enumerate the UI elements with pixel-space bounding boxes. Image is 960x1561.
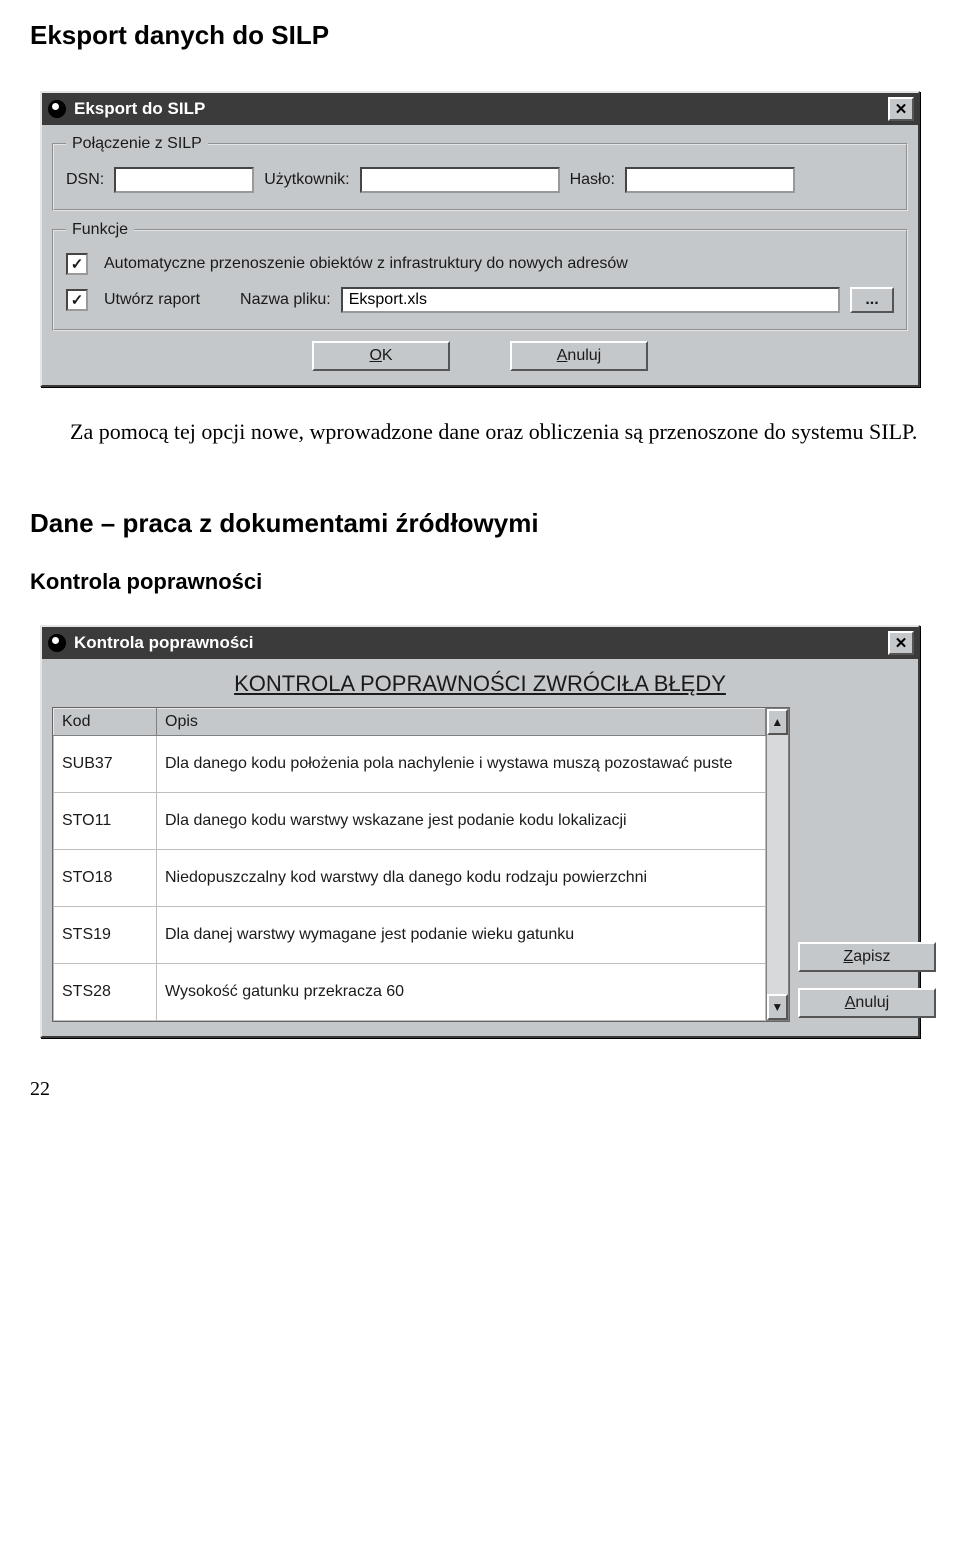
table-row[interactable]: SUB37 Dla danego kodu położenia pola nac… bbox=[54, 735, 766, 792]
table-row[interactable]: STO18 Niedopuszczalny kod warstwy dla da… bbox=[54, 849, 766, 906]
create-report-checkbox[interactable]: ✓ bbox=[66, 289, 88, 311]
scroll-down-icon[interactable]: ▼ bbox=[767, 994, 788, 1020]
export-dialog-titlebar: Eksport do SILP ✕ bbox=[42, 93, 918, 125]
body-paragraph: Za pomocą tej opcji nowe, wprowadzone da… bbox=[30, 417, 930, 448]
kontrola-dialog-title: Kontrola poprawności bbox=[74, 633, 253, 653]
export-dialog-title: Eksport do SILP bbox=[74, 99, 205, 119]
scrollbar[interactable]: ▲ ▼ bbox=[766, 708, 789, 1021]
create-report-label: Utwórz raport bbox=[104, 291, 200, 309]
connection-legend: Połączenie z SILP bbox=[66, 135, 208, 153]
cancel-button[interactable]: Anuluj bbox=[798, 988, 936, 1018]
scroll-up-icon[interactable]: ▲ bbox=[767, 709, 788, 735]
connection-group: Połączenie z SILP DSN: Użytkownik: Hasło… bbox=[52, 135, 908, 211]
filename-input[interactable] bbox=[341, 287, 840, 313]
cancel-button[interactable]: Anuluj bbox=[510, 341, 648, 371]
table-row[interactable]: STO11 Dla danego kodu warstwy wskazane j… bbox=[54, 792, 766, 849]
filename-label: Nazwa pliku: bbox=[240, 291, 331, 309]
table-row[interactable]: STS19 Dla danej warstwy wymagane jest po… bbox=[54, 906, 766, 963]
cell-desc: Niedopuszczalny kod warstwy dla danego k… bbox=[157, 849, 766, 906]
cell-code: SUB37 bbox=[54, 735, 157, 792]
error-table: Kod Opis SUB37 Dla danego kodu położenia… bbox=[53, 708, 766, 1021]
col-code-header[interactable]: Kod bbox=[54, 708, 157, 735]
browse-button[interactable]: ... bbox=[850, 287, 894, 313]
user-input[interactable] bbox=[360, 167, 560, 193]
cell-desc: Dla danego kodu położenia pola nachyleni… bbox=[157, 735, 766, 792]
cell-code: STO11 bbox=[54, 792, 157, 849]
col-desc-header[interactable]: Opis bbox=[157, 708, 766, 735]
dsn-input[interactable] bbox=[114, 167, 254, 193]
app-icon bbox=[48, 634, 66, 652]
kontrola-dialog: Kontrola poprawności ✕ KONTROLA POPRAWNO… bbox=[40, 625, 920, 1038]
password-label: Hasło: bbox=[570, 171, 615, 189]
cell-desc: Dla danej warstwy wymagane jest podanie … bbox=[157, 906, 766, 963]
cell-code: STS28 bbox=[54, 963, 157, 1020]
cell-desc: Wysokość gatunku przekracza 60 bbox=[157, 963, 766, 1020]
table-row[interactable]: STS28 Wysokość gatunku przekracza 60 bbox=[54, 963, 766, 1020]
close-icon[interactable]: ✕ bbox=[888, 631, 914, 655]
cell-code: STO18 bbox=[54, 849, 157, 906]
auto-move-checkbox[interactable]: ✓ bbox=[66, 253, 88, 275]
cell-code: STS19 bbox=[54, 906, 157, 963]
page-heading: Eksport danych do SILP bbox=[30, 20, 930, 51]
password-input[interactable] bbox=[625, 167, 795, 193]
page-number: 22 bbox=[30, 1078, 930, 1101]
section-heading: Dane – praca z dokumentami źródłowymi bbox=[30, 508, 930, 539]
close-icon[interactable]: ✕ bbox=[888, 97, 914, 121]
kontrola-dialog-titlebar: Kontrola poprawności ✕ bbox=[42, 627, 918, 659]
functions-legend: Funkcje bbox=[66, 221, 134, 239]
functions-group: Funkcje ✓ Automatyczne przenoszenie obie… bbox=[52, 221, 908, 331]
auto-move-label: Automatyczne przenoszenie obiektów z inf… bbox=[104, 255, 628, 273]
ok-button[interactable]: OK bbox=[312, 341, 450, 371]
error-table-wrap: Kod Opis SUB37 Dla danego kodu położenia… bbox=[52, 707, 790, 1022]
save-button[interactable]: Zapisz bbox=[798, 942, 936, 972]
cell-desc: Dla danego kodu warstwy wskazane jest po… bbox=[157, 792, 766, 849]
kontrola-banner: KONTROLA POPRAWNOŚCI ZWRÓCIŁA BŁĘDY bbox=[52, 671, 908, 697]
export-dialog: Eksport do SILP ✕ Połączenie z SILP DSN:… bbox=[40, 91, 920, 387]
subheading: Kontrola poprawności bbox=[30, 569, 930, 595]
app-icon bbox=[48, 100, 66, 118]
user-label: Użytkownik: bbox=[264, 171, 349, 189]
dsn-label: DSN: bbox=[66, 171, 104, 189]
